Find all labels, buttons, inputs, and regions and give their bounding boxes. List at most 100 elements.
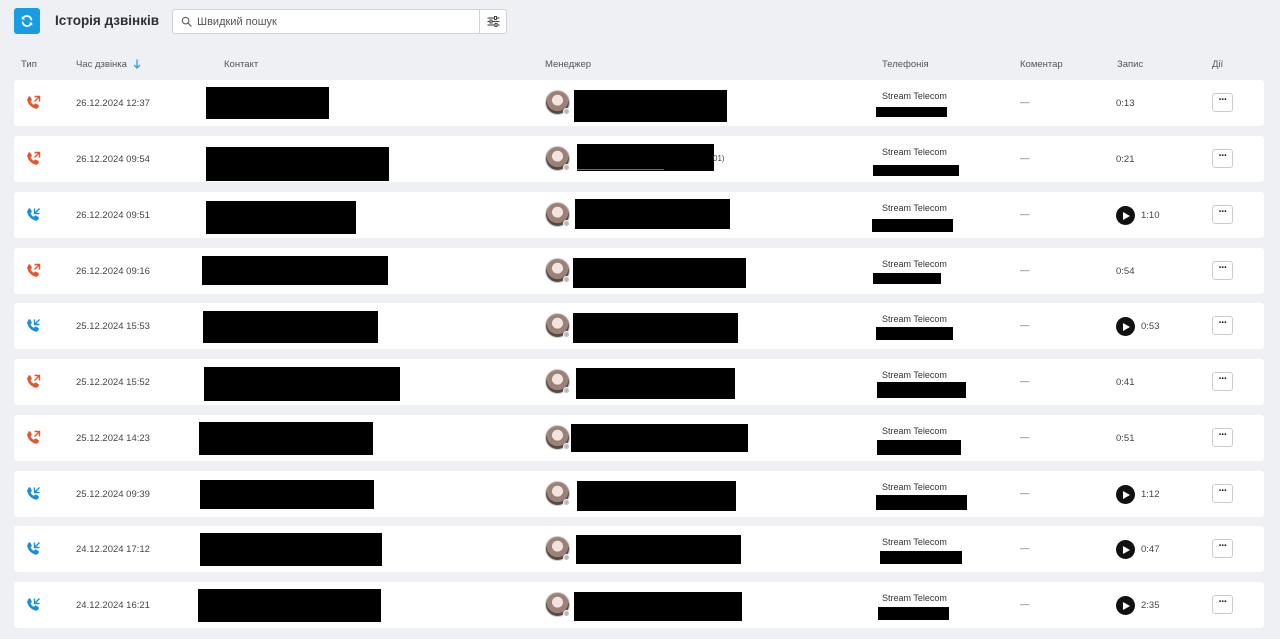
table-row[interactable]: 26.12.2024 09:54 01) Stream Telecom — 0:21 ··…: [14, 136, 1264, 182]
column-header-manager: Менеджер: [545, 59, 592, 70]
row-actions-button[interactable]: ···: [1212, 484, 1233, 503]
status-dot: [563, 276, 570, 283]
filter-button[interactable]: [479, 10, 506, 33]
page-title: Історія дзвінків: [55, 13, 160, 28]
table-row[interactable]: 26.12.2024 09:51 Stream Telecom — 1:10 ···: [14, 192, 1264, 238]
manager-avatar: [545, 592, 570, 617]
call-time: 26.12.2024 09:54: [76, 154, 150, 165]
comment-text: —: [1020, 320, 1030, 331]
row-actions-button[interactable]: ···: [1212, 539, 1233, 558]
refresh-button[interactable]: [14, 8, 40, 34]
telephony-name: Stream Telecom: [882, 370, 947, 380]
table-row[interactable]: 25.12.2024 15:52 Stream Telecom — 0:41 ···: [14, 359, 1264, 405]
row-actions-button[interactable]: ···: [1212, 149, 1233, 168]
call-time: 25.12.2024 15:52: [76, 377, 150, 388]
status-dot: [563, 387, 570, 394]
row-actions-button[interactable]: ···: [1212, 261, 1233, 280]
comment-text: —: [1020, 153, 1030, 164]
manager-redacted: [573, 258, 746, 288]
call-duration: 2:35: [1141, 600, 1160, 611]
play-record-button[interactable]: [1116, 317, 1135, 336]
play-record-button[interactable]: [1116, 596, 1135, 615]
search-box[interactable]: [172, 9, 507, 34]
manager-redacted: [576, 535, 741, 564]
comment-text: —: [1020, 265, 1030, 276]
call-duration: 0:21: [1116, 154, 1135, 165]
telephony-number-redacted: [877, 440, 961, 455]
telephony-name: Stream Telecom: [882, 147, 947, 157]
contact-redacted: [202, 256, 388, 285]
manager-redacted: [574, 592, 742, 621]
telephony-name: Stream Telecom: [882, 259, 947, 269]
row-actions-button[interactable]: ···: [1212, 93, 1233, 112]
column-header-contact: Контакт: [224, 59, 259, 70]
row-actions-button[interactable]: ···: [1212, 372, 1233, 391]
search-icon: [181, 16, 192, 27]
status-dot: [563, 610, 570, 617]
call-time: 25.12.2024 09:39: [76, 489, 150, 500]
status-dot: [563, 554, 570, 561]
filter-sliders-icon: [487, 16, 499, 27]
manager-avatar: [545, 313, 570, 338]
table-row[interactable]: 24.12.2024 16:21 Stream Telecom — 2:35 ···: [14, 582, 1264, 628]
status-dot: [563, 108, 570, 115]
incoming-call-icon: [27, 598, 40, 611]
table-row[interactable]: 26.12.2024 09:16 Stream Telecom — 0:54 ···: [14, 248, 1264, 294]
status-dot: [563, 499, 570, 506]
manager-redacted: [577, 481, 736, 511]
telephony-name: Stream Telecom: [882, 537, 947, 547]
call-time: 26.12.2024 09:51: [76, 210, 150, 221]
manager-avatar: [545, 369, 570, 394]
play-record-button[interactable]: [1116, 485, 1135, 504]
outgoing-call-icon: [27, 374, 41, 388]
play-record-button[interactable]: [1116, 206, 1135, 225]
row-actions-button[interactable]: ···: [1212, 595, 1233, 614]
telephony-name: Stream Telecom: [882, 426, 947, 436]
play-record-button[interactable]: [1116, 540, 1135, 559]
telephony-name: Stream Telecom: [882, 482, 947, 492]
contact-redacted: [198, 589, 381, 622]
column-header-time[interactable]: Час дзвінка: [76, 59, 141, 70]
toolbar: Історія дзвінків: [0, 0, 1280, 44]
manager-redacted: [576, 368, 735, 399]
column-header-telephony: Телефонія: [882, 59, 929, 70]
column-header-comment: Коментар: [1020, 59, 1063, 70]
manager-avatar: [545, 481, 570, 506]
telephony-number-redacted: [872, 219, 953, 232]
manager-extra: 01): [713, 154, 725, 163]
search-input[interactable]: [197, 10, 477, 33]
table-row[interactable]: 25.12.2024 15:53 Stream Telecom — 0:53 ···: [14, 303, 1264, 349]
column-header-type: Тип: [21, 59, 37, 70]
telephony-number-redacted: [880, 551, 962, 564]
table-row[interactable]: 26.12.2024 12:37 Stream Telecom — 0:13 ···: [14, 80, 1264, 126]
column-header-actions: Дії: [1212, 59, 1224, 70]
outgoing-call-icon: [27, 263, 41, 277]
telephony-name: Stream Telecom: [882, 91, 947, 101]
telephony-number-redacted: [878, 607, 949, 620]
call-time: 24.12.2024 17:12: [76, 544, 150, 555]
status-dot: [563, 331, 570, 338]
refresh-icon: [21, 15, 33, 27]
comment-text: —: [1020, 432, 1030, 443]
contact-redacted: [206, 201, 356, 234]
telephony-name: Stream Telecom: [882, 593, 947, 603]
row-actions-button[interactable]: ···: [1212, 316, 1233, 335]
outgoing-call-icon: [27, 95, 41, 109]
telephony-name: Stream Telecom: [882, 314, 947, 324]
row-actions-button[interactable]: ···: [1212, 205, 1233, 224]
incoming-call-icon: [27, 208, 40, 221]
call-duration: 1:12: [1141, 489, 1160, 500]
telephony-name: Stream Telecom: [882, 203, 947, 213]
sort-down-icon: [133, 59, 141, 70]
table-row[interactable]: 25.12.2024 09:39 Stream Telecom — 1:12 ···: [14, 471, 1264, 517]
call-time: 26.12.2024 12:37: [76, 98, 150, 109]
call-time: 25.12.2024 15:53: [76, 321, 150, 332]
row-actions-button[interactable]: ···: [1212, 428, 1233, 447]
manager-avatar: [545, 146, 570, 171]
outgoing-call-icon: [27, 151, 41, 165]
telephony-number-redacted: [873, 273, 941, 284]
table-row[interactable]: 25.12.2024 14:23 Stream Telecom — 0:51 ···: [14, 415, 1264, 461]
comment-text: —: [1020, 209, 1030, 220]
comment-text: —: [1020, 488, 1030, 499]
table-row[interactable]: 24.12.2024 17:12 Stream Telecom — 0:47 ···: [14, 526, 1264, 572]
